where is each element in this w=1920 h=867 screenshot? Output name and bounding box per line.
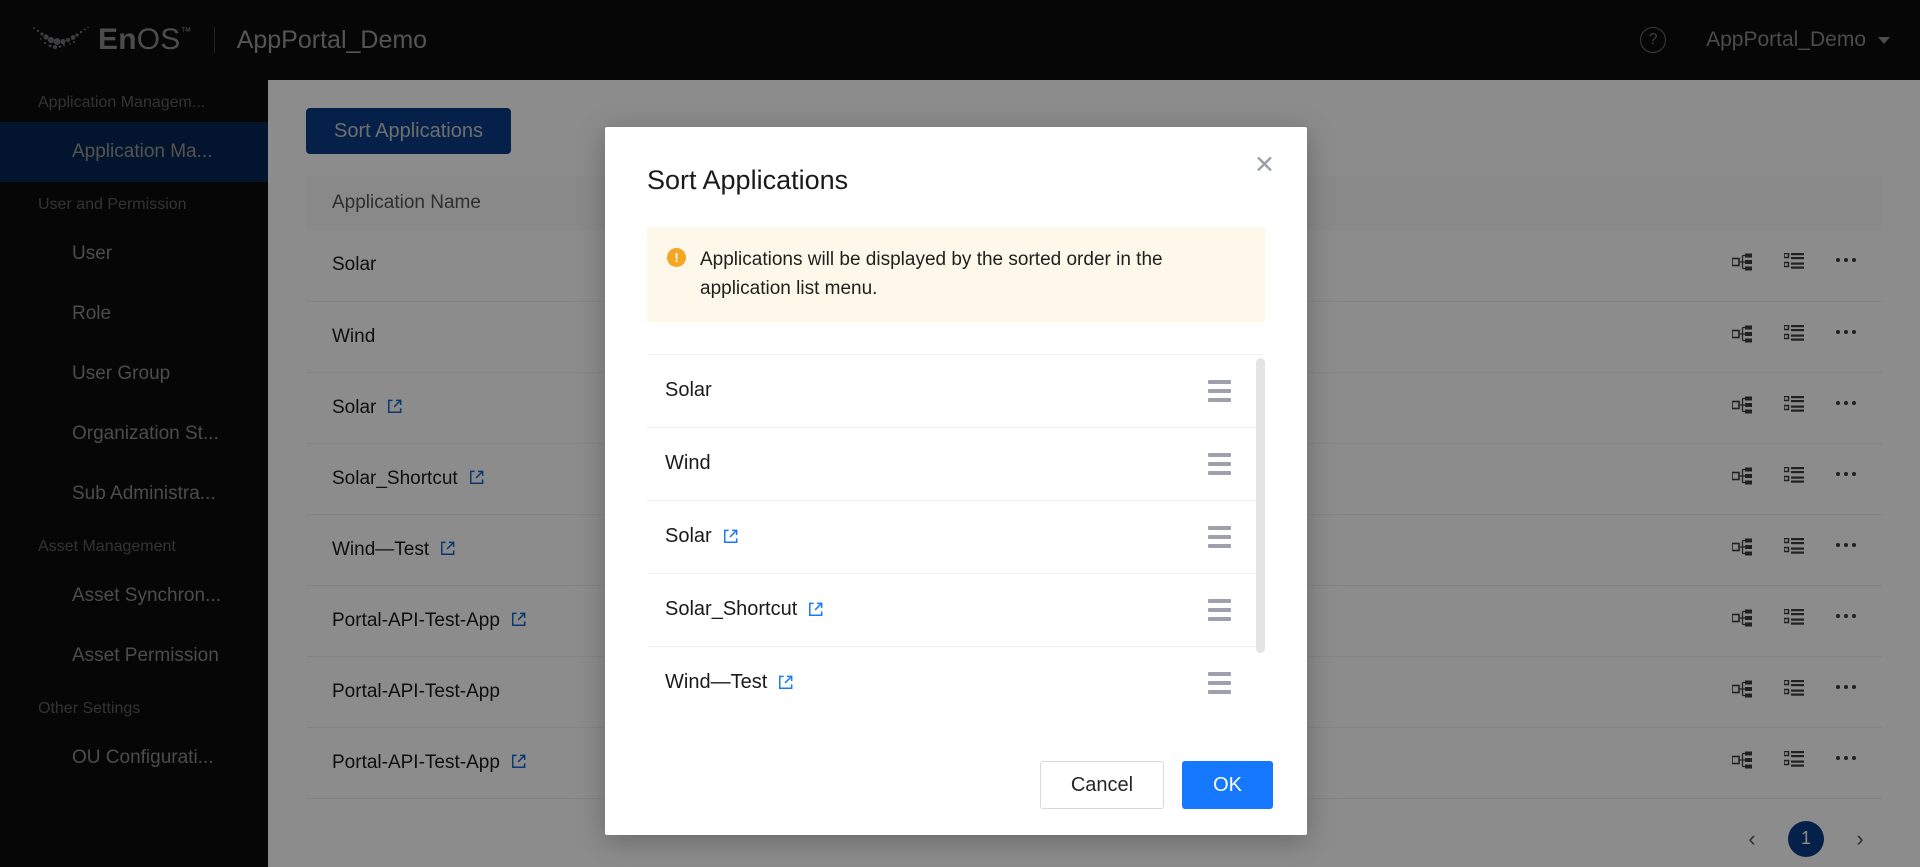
drag-handle-icon[interactable] xyxy=(1208,379,1231,402)
sortable-list-item[interactable]: Wind—Test xyxy=(647,647,1265,694)
sortable-list-item[interactable]: Solar_Shortcut xyxy=(647,574,1265,647)
sortable-list-container: SolarWindSolarSolar_ShortcutWind—TestPor… xyxy=(647,353,1265,694)
alert-text: Applications will be displayed by the so… xyxy=(700,249,1163,300)
dialog-scrollbar[interactable] xyxy=(1256,357,1265,653)
sortable-item-label: Solar_Shortcut xyxy=(665,598,824,621)
ok-button[interactable]: OK xyxy=(1182,761,1273,809)
drag-handle-icon[interactable] xyxy=(1208,452,1231,475)
sortable-list: SolarWindSolarSolar_ShortcutWind—TestPor… xyxy=(647,353,1265,694)
app-root: En OS ™ AppPortal_Demo ? AppPortal_Demo Ap… xyxy=(0,0,1920,867)
external-link-icon[interactable] xyxy=(722,528,739,545)
sortable-item-label: Wind xyxy=(665,452,711,475)
sortable-item-label: Solar xyxy=(665,379,712,402)
sortable-item-label: Solar xyxy=(665,525,739,548)
drag-handle-icon[interactable] xyxy=(1208,671,1231,694)
drag-handle-icon[interactable] xyxy=(1208,598,1231,621)
sort-applications-dialog: Sort Applications ✕ ! Applications will … xyxy=(605,127,1307,835)
dialog-footer: Cancel OK xyxy=(1039,761,1273,809)
external-link-icon[interactable] xyxy=(777,674,794,691)
dialog-title: Sort Applications xyxy=(647,165,849,195)
external-link-icon[interactable] xyxy=(807,601,824,618)
cancel-button[interactable]: Cancel xyxy=(1039,761,1165,809)
sortable-item-label: Wind—Test xyxy=(665,671,794,694)
info-alert: ! Applications will be displayed by the … xyxy=(647,227,1265,322)
close-icon[interactable]: ✕ xyxy=(1248,147,1281,184)
sortable-list-item[interactable]: Solar xyxy=(647,501,1265,574)
sortable-list-item[interactable]: Solar xyxy=(647,355,1265,428)
warning-exclamation-icon: ! xyxy=(667,248,686,267)
sortable-list-item[interactable]: Wind xyxy=(647,428,1265,501)
drag-handle-icon[interactable] xyxy=(1208,525,1231,548)
